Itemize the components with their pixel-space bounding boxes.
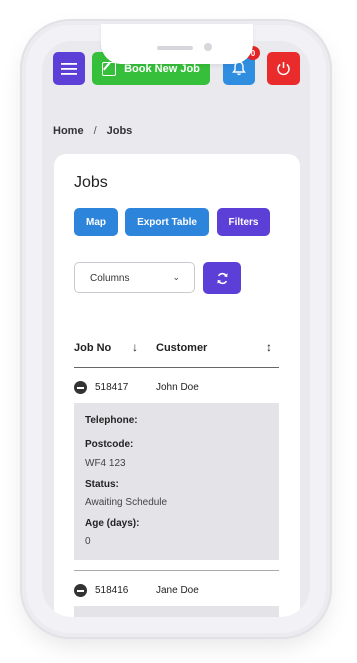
column-header-customer[interactable]: Customer [156,342,207,354]
job-number: 518416 [95,585,129,596]
page-title: Jobs [74,174,108,191]
telephone-label: Telephone: [85,415,138,426]
jobs-card: Jobs Map Export Table Filters Columns ⌄ … [54,154,300,617]
sort-icon[interactable]: ↕ [266,340,272,354]
phone-notch [101,24,253,64]
app-screen: Book New Job 0 Home / Jobs Jobs Map Export… [42,41,310,617]
power-icon [277,62,290,76]
header-divider [74,367,279,368]
job-number: 518417 [95,382,129,393]
map-button[interactable]: Map [74,208,118,236]
status-value: Awaiting Schedule [85,497,168,508]
age-label: Age (days): [85,518,140,529]
row-details [74,606,279,617]
table-row[interactable]: 518416 Jane Doe [74,580,279,602]
refresh-icon [216,272,228,284]
columns-select[interactable]: Columns ⌄ [74,262,195,293]
breadcrumb-current: Jobs [106,125,133,137]
speaker [157,46,193,50]
row-details: Telephone: Postcode: WF4 123 Status: Awa… [74,403,279,560]
table-row[interactable]: 518417 John Doe [74,377,279,399]
collapse-row-icon[interactable] [74,584,87,597]
sort-down-icon[interactable]: ↓ [132,340,138,354]
customer-name: Jane Doe [156,585,199,596]
row-divider [74,570,279,571]
menu-button[interactable] [53,52,85,85]
column-header-job-no[interactable]: Job No [74,342,111,354]
book-new-job-label: Book New Job [124,62,200,75]
customer-name: John Doe [156,382,199,393]
breadcrumb-home[interactable]: Home [53,125,84,137]
status-label: Status: [85,479,119,490]
camera [204,43,212,51]
filters-button[interactable]: Filters [217,208,270,236]
postcode-value: WF4 123 [85,458,126,469]
refresh-button[interactable] [203,262,241,294]
edit-icon [102,61,117,76]
columns-select-label: Columns [90,273,130,284]
export-table-button[interactable]: Export Table [125,208,209,236]
breadcrumb-separator: / [93,125,97,137]
breadcrumb: Home / Jobs [53,125,132,137]
postcode-label: Postcode: [85,439,134,450]
chevron-down-icon: ⌄ [172,272,180,282]
age-value: 0 [85,536,91,547]
collapse-row-icon[interactable] [74,381,87,394]
logout-button[interactable] [267,52,300,85]
hamburger-icon [61,62,77,75]
